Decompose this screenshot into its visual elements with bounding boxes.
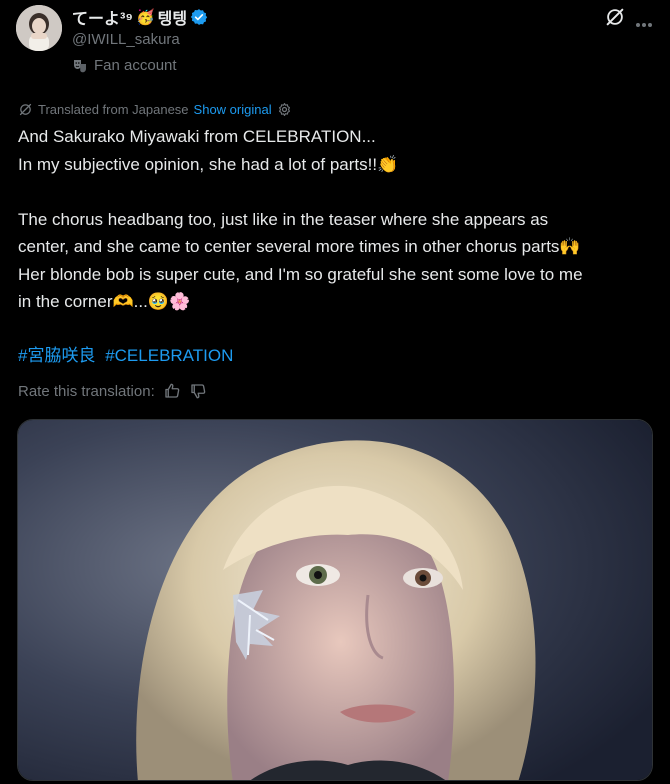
- fan-account-text: Fan account: [94, 57, 177, 74]
- translation-bar: Translated from Japanese Show original: [18, 102, 292, 117]
- more-options-icon[interactable]: [636, 14, 656, 27]
- rate-translation: Rate this translation:: [18, 382, 207, 400]
- theater-masks-icon: [74, 59, 86, 72]
- portrait-photo: [18, 420, 652, 780]
- hashtag-link[interactable]: #CELEBRATION: [105, 346, 233, 365]
- show-original-link[interactable]: Show original: [194, 102, 272, 117]
- thumbs-up-icon[interactable]: [163, 382, 181, 400]
- tweet-line: in the corner🫶...🥹🌸: [18, 292, 191, 311]
- verified-badge-icon: [190, 9, 208, 25]
- tweet-line: In my subjective opinion, she had a lot …: [18, 154, 399, 174]
- gear-icon[interactable]: [277, 102, 292, 117]
- translated-from-label: Translated from Japanese: [38, 102, 189, 117]
- avatar[interactable]: [16, 5, 62, 51]
- grok-icon[interactable]: [604, 6, 626, 28]
- display-name[interactable]: てーよ³⁹ 🥳 텡텡: [72, 5, 208, 29]
- hashtags: #宮脇咲良 #CELEBRATION: [18, 341, 238, 366]
- tweet-line: And Sakurako Miyawaki from CELEBRATION..…: [18, 127, 376, 146]
- party-emoji: 🥳: [135, 9, 155, 26]
- thumbs-down-icon[interactable]: [189, 382, 207, 400]
- grok-translate-icon: [19, 103, 32, 116]
- tweet-line: center, and she came to center several m…: [18, 237, 581, 256]
- rate-translation-label: Rate this translation:: [18, 382, 155, 400]
- display-name-text: てーよ³⁹: [72, 11, 133, 28]
- tweet-line: Her blonde bob is super cute, and I'm so…: [18, 264, 583, 284]
- tweet-photo[interactable]: [17, 419, 653, 781]
- user-handle[interactable]: @IWILL_sakura: [72, 31, 180, 48]
- display-name-suffix: 텡텡: [157, 11, 188, 28]
- hashtag-link[interactable]: #宮脇咲良: [18, 346, 95, 365]
- tweet-line: The chorus headbang too, just like in th…: [18, 209, 549, 229]
- fan-account-label: Fan account: [72, 57, 177, 74]
- tweet-text: And Sakurako Miyawaki from CELEBRATION..…: [18, 123, 658, 316]
